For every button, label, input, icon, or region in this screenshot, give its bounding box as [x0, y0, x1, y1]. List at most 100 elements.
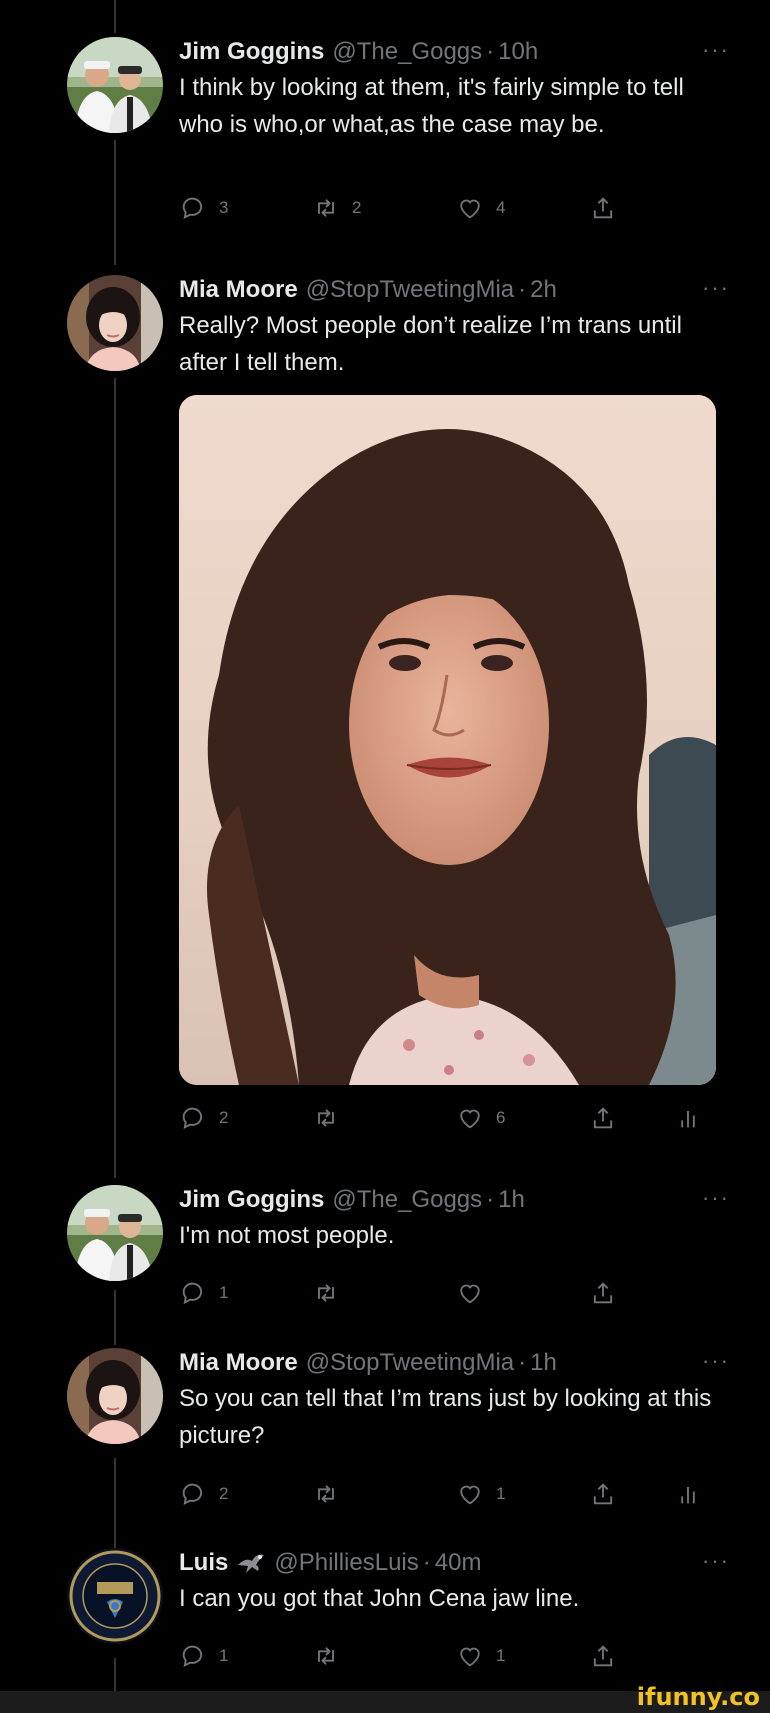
tweet-actions: 2 6 — [179, 1100, 719, 1136]
like-button[interactable]: 1 — [456, 1638, 505, 1674]
author-handle[interactable]: @StopTweetingMia — [306, 275, 514, 305]
avatar[interactable] — [67, 37, 163, 133]
share-icon — [593, 197, 613, 219]
tweet-text: I think by looking at them, it's fairly … — [179, 74, 684, 138]
retweet-icon — [318, 1647, 334, 1665]
retweet-button[interactable] — [312, 1100, 352, 1136]
tweet-text: Really? Most people don’t realize I’m tr… — [179, 312, 682, 376]
like-count: 6 — [496, 1108, 506, 1127]
tweet-actions: 1 1 — [179, 1638, 719, 1674]
separator-dot: · — [518, 276, 527, 303]
reply-icon — [182, 1107, 203, 1130]
share-button[interactable] — [589, 1100, 617, 1136]
retweet-button[interactable] — [312, 1476, 352, 1512]
share-button[interactable] — [589, 1275, 617, 1311]
separator-dot: · — [422, 1549, 431, 1576]
photo-woman-curly-hair-icon — [179, 395, 716, 1085]
reply-icon — [182, 1645, 203, 1668]
share-icon — [593, 1107, 613, 1129]
timestamp[interactable]: 2h — [530, 275, 557, 305]
share-button[interactable] — [589, 1638, 617, 1674]
like-count: 4 — [496, 198, 506, 217]
retweet-icon — [318, 199, 334, 217]
share-button[interactable] — [589, 1476, 617, 1512]
avatar[interactable] — [67, 1185, 163, 1281]
heart-icon — [460, 199, 480, 219]
analytics-icon — [681, 1487, 695, 1504]
share-icon — [593, 1645, 613, 1667]
heart-icon — [460, 1284, 480, 1304]
timestamp[interactable]: 40m — [435, 1548, 482, 1578]
more-options-icon[interactable]: ··· — [702, 275, 730, 301]
reply-count: 1 — [219, 1646, 229, 1665]
analytics-button[interactable] — [674, 1476, 702, 1512]
retweet-icon — [318, 1284, 334, 1302]
reply-count: 2 — [219, 1484, 229, 1503]
like-button[interactable]: 1 — [456, 1476, 505, 1512]
tweet-text: I'm not most people. — [179, 1222, 395, 1249]
tweet-text: So you can tell that I’m trans just by l… — [179, 1385, 712, 1449]
share-button[interactable] — [589, 190, 617, 226]
more-options-icon[interactable]: ··· — [702, 1348, 730, 1374]
author-handle[interactable]: @StopTweetingMia — [306, 1348, 514, 1378]
author-name[interactable]: Luis — [179, 1548, 228, 1578]
separator-dot: · — [486, 38, 495, 65]
tweet-actions: 1 — [179, 1275, 719, 1311]
reply-button[interactable]: 1 — [179, 1275, 228, 1311]
like-count: 1 — [496, 1646, 506, 1665]
reply-button[interactable]: 3 — [179, 190, 228, 226]
timestamp[interactable]: 1h — [530, 1348, 557, 1378]
reply-button[interactable]: 2 — [179, 1100, 228, 1136]
author-handle[interactable]: @PhilliesLuis — [274, 1548, 418, 1578]
philadelphia-union-crest-icon — [67, 1548, 163, 1644]
tweet-text: I can you got that John Cena jaw line. — [179, 1585, 580, 1612]
tweet-actions: 3 2 4 — [179, 190, 719, 226]
tweet[interactable]: Jim Goggins @The_Goggs · 10h ··· I think… — [0, 0, 770, 240]
author-handle[interactable]: @The_Goggs — [332, 1185, 482, 1215]
author-name[interactable]: Jim Goggins — [179, 1185, 324, 1215]
heart-icon — [460, 1647, 480, 1667]
reply-button[interactable]: 2 — [179, 1476, 228, 1512]
tweet-actions: 2 1 — [179, 1476, 719, 1512]
author-name[interactable]: Jim Goggins — [179, 37, 324, 67]
author-name[interactable]: Mia Moore — [179, 1348, 298, 1378]
separator-dot: · — [518, 1349, 527, 1376]
retweet-button[interactable] — [312, 1638, 352, 1674]
avatar-dark-haired-woman-icon — [67, 275, 163, 371]
reply-icon — [182, 1483, 203, 1506]
share-icon — [593, 1483, 613, 1505]
retweet-button[interactable] — [312, 1275, 352, 1311]
reply-count: 3 — [219, 198, 229, 217]
share-icon — [593, 1282, 613, 1304]
separator-dot: · — [486, 1186, 495, 1213]
tweet-photo[interactable] — [179, 395, 716, 1085]
avatar-two-men-golf-icon — [67, 37, 163, 133]
avatar[interactable] — [67, 1348, 163, 1444]
like-button[interactable] — [456, 1275, 496, 1311]
reply-icon — [182, 197, 203, 220]
reply-button[interactable]: 1 — [179, 1638, 228, 1674]
like-button[interactable]: 6 — [456, 1100, 505, 1136]
avatar[interactable] — [67, 275, 163, 371]
tweet[interactable]: Mia Moore @StopTweetingMia · 1h ··· So y… — [0, 1348, 770, 1523]
timestamp[interactable]: 10h — [498, 37, 538, 67]
retweet-icon — [318, 1109, 334, 1127]
author-handle[interactable]: @The_Goggs — [332, 37, 482, 67]
heart-icon — [460, 1485, 480, 1505]
eagle-emoji-icon — [236, 1551, 266, 1575]
author-name[interactable]: Mia Moore — [179, 275, 298, 305]
analytics-button[interactable] — [674, 1100, 702, 1136]
retweet-icon — [318, 1485, 334, 1503]
reply-count: 2 — [219, 1108, 229, 1127]
retweet-button[interactable]: 2 — [312, 190, 361, 226]
more-options-icon[interactable]: ··· — [702, 37, 730, 63]
timestamp[interactable]: 1h — [498, 1185, 525, 1215]
tweet[interactable]: Luis @PhilliesLuis · 40m ··· I can you g… — [0, 1548, 770, 1688]
analytics-icon — [681, 1111, 695, 1128]
reply-icon — [182, 1282, 203, 1305]
more-options-icon[interactable]: ··· — [702, 1548, 730, 1574]
tweet[interactable]: Jim Goggins @The_Goggs · 1h ··· I'm not … — [0, 1185, 770, 1325]
avatar[interactable] — [67, 1548, 163, 1644]
like-button[interactable]: 4 — [456, 190, 505, 226]
more-options-icon[interactable]: ··· — [702, 1185, 730, 1211]
